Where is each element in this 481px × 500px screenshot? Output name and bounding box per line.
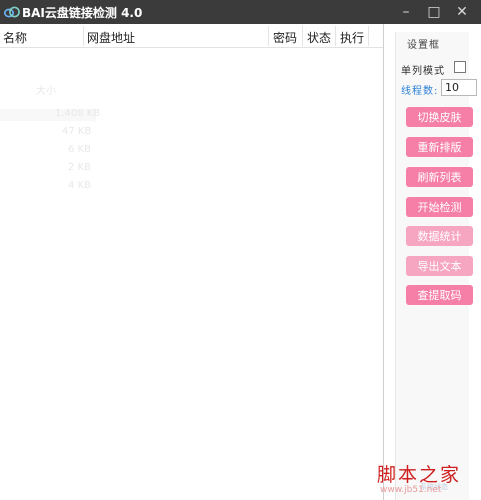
watermark-text: 脚本之家: [377, 464, 462, 486]
column-header-status[interactable]: 状态: [307, 29, 331, 46]
ghost-size-value: 6 KB: [68, 144, 91, 155]
relayout-button[interactable]: 重新排版: [406, 137, 473, 157]
switch-skin-button[interactable]: 切换皮肤: [406, 107, 473, 127]
export-text-button[interactable]: 导出文本: [406, 256, 473, 276]
column-header-url[interactable]: 网盘地址: [87, 29, 135, 46]
settings-title: 设置框: [407, 40, 440, 51]
title-bar: BAI云盘链接检测 4.0 – □ ✕: [0, 0, 481, 24]
column-divider: [335, 26, 336, 46]
ghost-size-value: 1,408 KB: [55, 108, 101, 119]
link-list-table[interactable]: 名称 网盘地址 密码 状态 执行 大小 1,408 KB 47 KB 6 KB …: [0, 24, 384, 500]
single-mode-label: 单列模式: [401, 66, 445, 77]
close-button[interactable]: ✕: [448, 0, 476, 24]
watermark-url: www.jb51.net: [380, 485, 442, 495]
table-header: 名称 网盘地址 密码 状态 执行: [0, 24, 383, 48]
lookup-code-button[interactable]: 查提取码: [406, 285, 473, 305]
maximize-button[interactable]: □: [420, 0, 448, 24]
column-header-password[interactable]: 密码: [273, 29, 297, 46]
settings-panel: 设置框 单列模式 线程数: 10 切换皮肤 重新排版 刷新列表 开始检测 数据统…: [385, 24, 481, 500]
threads-input[interactable]: 10: [441, 79, 477, 96]
column-header-name[interactable]: 名称: [3, 29, 27, 46]
window-title: BAI云盘链接检测 4.0: [22, 6, 143, 20]
ghost-size-value: 4 KB: [68, 180, 91, 191]
ghost-size-value: 47 KB: [62, 126, 92, 137]
ghost-size-header: 大小: [36, 86, 56, 97]
column-header-action[interactable]: 执行: [340, 29, 364, 46]
column-divider: [268, 26, 269, 46]
column-divider: [368, 26, 369, 46]
start-check-button[interactable]: 开始检测: [406, 197, 473, 217]
ghost-size-value: 2 KB: [68, 162, 91, 173]
column-divider: [302, 26, 303, 46]
column-divider: [83, 26, 84, 46]
cloud-logo-icon: [4, 5, 20, 19]
threads-label: 线程数:: [401, 86, 439, 97]
single-mode-checkbox[interactable]: [454, 61, 466, 73]
refresh-list-button[interactable]: 刷新列表: [406, 167, 473, 187]
minimize-button[interactable]: –: [392, 0, 420, 24]
statistics-button[interactable]: 数据统计: [406, 226, 473, 246]
